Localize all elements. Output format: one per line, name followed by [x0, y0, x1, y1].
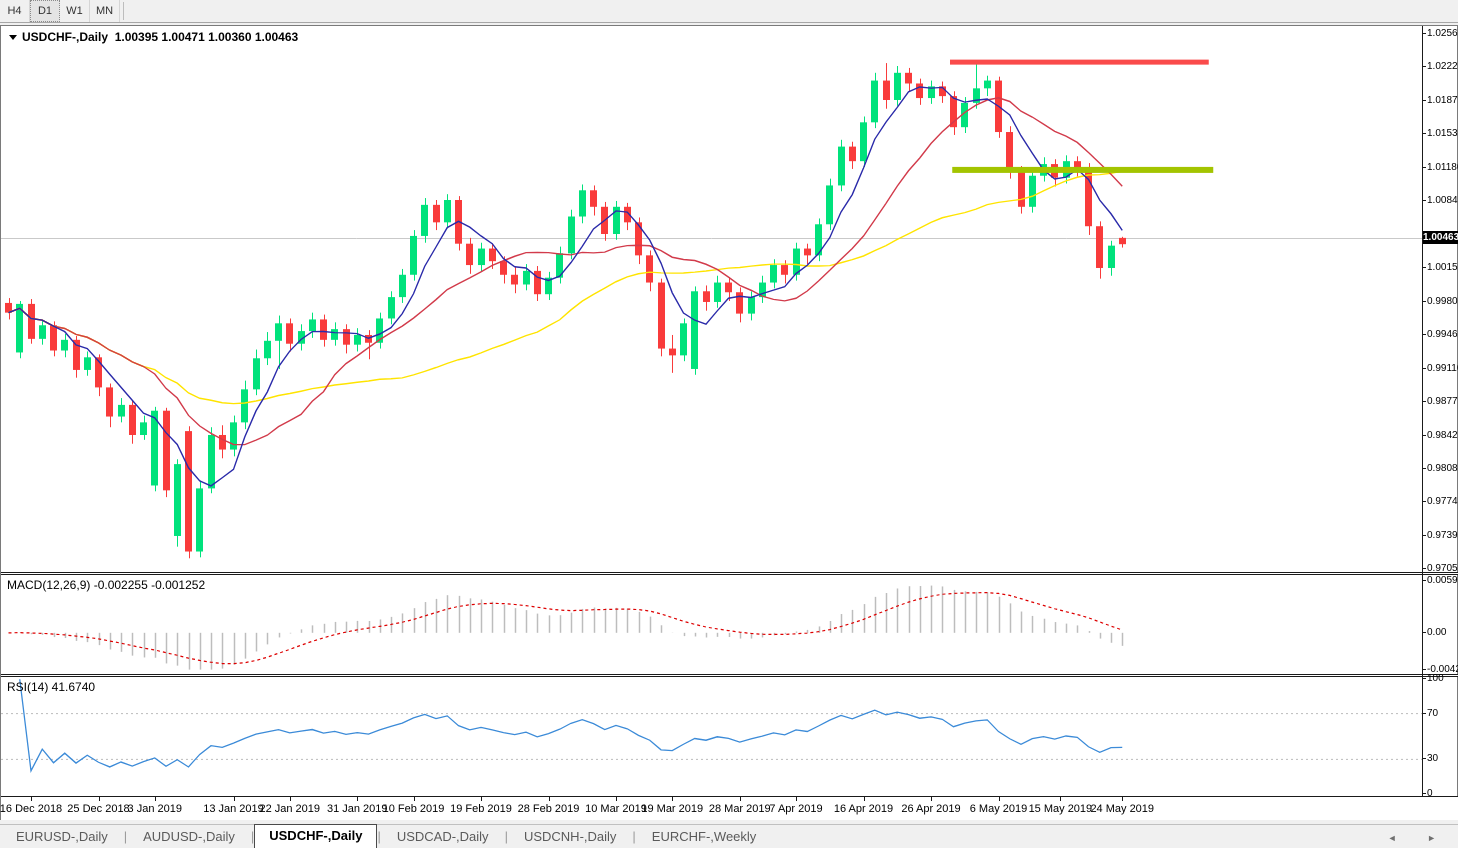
timeframe-button-h4[interactable]: H4	[0, 0, 30, 22]
price-axis-label: 0.98770	[1421, 396, 1458, 407]
timeframe-toolbar: H4 D1 W1 MN	[0, 0, 1458, 23]
date-tick-mark	[998, 797, 1000, 801]
toolbar-separator	[123, 2, 124, 20]
date-tick-mark	[413, 797, 415, 801]
price-axis-label: 1.01180	[1421, 162, 1458, 173]
date-tick-mark	[98, 797, 100, 801]
date-tick-mark	[1122, 797, 1124, 801]
macd-axis-label: 0.00597	[1421, 575, 1458, 586]
price-axis-label: 1.02560	[1421, 28, 1458, 39]
chart-tab-eurchf-weekly[interactable]: EURCHF-,Weekly	[636, 826, 773, 848]
price-axis-label: 1.02220	[1421, 61, 1458, 72]
price-axis-label: 1.01530	[1421, 128, 1458, 139]
chart-header: USDCHF-,Daily 1.00395 1.00471 1.00360 1.…	[9, 30, 298, 44]
date-tick-mark	[289, 797, 291, 801]
date-tick-mark	[233, 797, 235, 801]
chart-tab-bar: EURUSD-,Daily | AUDUSD-,Daily | USDCHF-,Dail…	[0, 824, 1458, 848]
chart-tab-audusd-daily[interactable]: AUDUSD-,Daily	[127, 826, 251, 848]
date-tick-mark	[796, 797, 797, 801]
date-axis[interactable]: 16 Dec 2018 25 Dec 2018 3 Jan 2019 13 Jan 2…	[0, 796, 1458, 820]
timeframe-button-w1[interactable]: W1	[60, 0, 90, 22]
price-axis-label: 0.99460	[1421, 329, 1458, 340]
price-axis-label: 1.00840	[1421, 195, 1458, 206]
timeframe-button-d1[interactable]: D1	[30, 0, 60, 22]
symbol-dropdown-icon[interactable]	[9, 35, 17, 40]
price-axis-label: 0.98080	[1421, 463, 1458, 474]
macd-pane-canvas[interactable]	[1, 575, 1422, 674]
price-axis-label: 1.01870	[1421, 95, 1458, 106]
date-tick-mark	[154, 797, 156, 801]
date-tick-mark	[672, 797, 674, 801]
date-tick-mark	[1060, 797, 1062, 801]
date-tick-mark	[863, 797, 865, 801]
price-axis-border	[1422, 26, 1423, 796]
price-axis-label: 0.97050	[1421, 563, 1458, 574]
macd-indicator-label: MACD(12,26,9) -0.002255 -0.001252	[7, 578, 206, 592]
price-axis-label: 0.99800	[1421, 296, 1458, 307]
date-tick-mark	[739, 797, 741, 801]
rsi-indicator-label: RSI(14) 41.6740	[7, 680, 96, 694]
price-axis-label: 0.98420	[1421, 430, 1458, 441]
price-axis-label: 0.99110	[1421, 363, 1458, 374]
date-axis-label: 24 May 2019	[1090, 803, 1155, 815]
rsi-pane-canvas[interactable]	[1, 677, 1422, 796]
chart-tab-usdcnh-daily[interactable]: USDCNH-,Daily	[508, 826, 632, 848]
rsi-axis-label: 70	[1421, 707, 1439, 719]
date-tick-mark	[481, 797, 482, 801]
chart-tab-usdchf-daily[interactable]: USDCHF-,Daily	[254, 824, 378, 848]
price-axis-label: 1.00150	[1421, 262, 1458, 273]
rsi-axis-label: 30	[1421, 753, 1439, 765]
date-axis-label: 3 Jan 2019	[127, 803, 182, 815]
chart-ohlc-values: 1.00395 1.00471 1.00360 1.00463	[114, 30, 299, 44]
timeframe-button-mn[interactable]: MN	[90, 0, 120, 22]
chart-tab-eurusd-daily[interactable]: EURUSD-,Daily	[0, 826, 124, 848]
date-tick-mark	[616, 797, 617, 801]
date-tick-mark	[357, 797, 359, 801]
tab-scroll-arrows-icon[interactable]: ◄ ►	[1388, 833, 1450, 843]
rsi-axis-label: 100	[1422, 673, 1444, 685]
chart-symbol-title: USDCHF-,Daily	[22, 30, 109, 44]
chart-tab-usdcad-daily[interactable]: USDCAD-,Daily	[381, 826, 505, 848]
current-price-tag: 1.00463	[1423, 231, 1458, 245]
date-tick-mark	[31, 797, 32, 801]
date-tick-mark	[548, 797, 550, 801]
chart-window: USDCHF-,Daily 1.00395 1.00471 1.00360 1.…	[0, 25, 1458, 820]
price-axis-label: 0.97740	[1421, 496, 1458, 507]
price-axis-label: 0.97390	[1421, 530, 1458, 541]
price-chart-canvas[interactable]	[1, 26, 1422, 572]
macd-axis-label: 0.00	[1421, 626, 1447, 638]
date-tick-mark	[931, 797, 932, 801]
